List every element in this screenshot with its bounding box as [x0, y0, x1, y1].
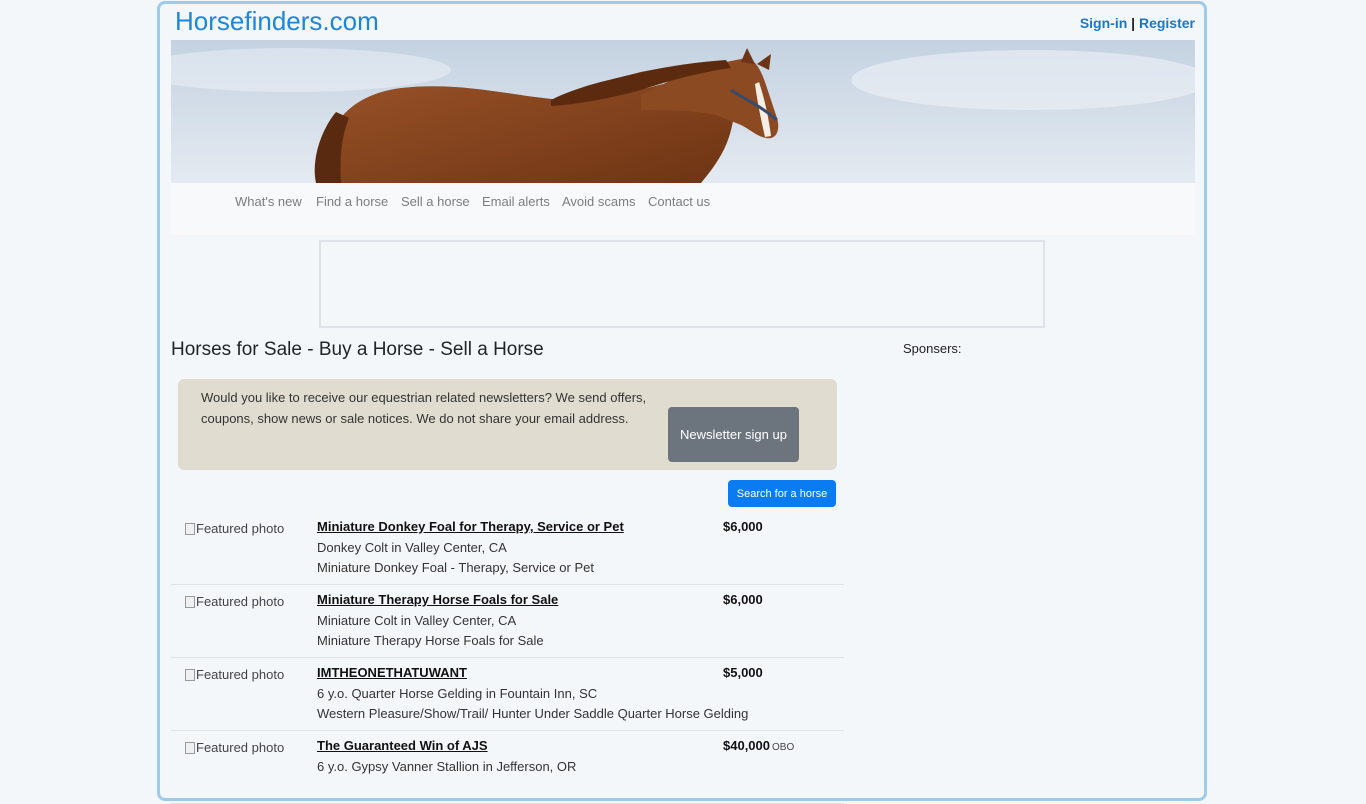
nav-contact-us[interactable]: Contact us: [648, 194, 710, 209]
listings-list: Featured photo Miniature Donkey Foal for…: [171, 512, 844, 804]
broken-image-icon: [185, 668, 195, 681]
listing-title[interactable]: Miniature Therapy Horse Foals for Sale: [317, 592, 558, 607]
nav-find-a-horse[interactable]: Find a horse: [316, 194, 388, 209]
listing-price: $40,000 OBO: [723, 738, 795, 753]
listing-title[interactable]: IMTHEONETHATUWANT: [317, 665, 467, 680]
featured-photo[interactable]: Featured photo: [185, 740, 284, 755]
listing-price: $6,000: [723, 592, 763, 607]
nav-whats-new[interactable]: What's new: [235, 194, 302, 209]
newsletter-text: Would you like to receive our equestrian…: [201, 390, 647, 426]
listing-item[interactable]: Featured photo Miniature Donkey Foal for…: [171, 512, 844, 585]
ad-placeholder: [319, 240, 1045, 328]
listing-breed-location: Miniature Colt in Valley Center, CA: [317, 613, 517, 628]
listing-description: Miniature Donkey Foal - Therapy, Service…: [317, 560, 594, 575]
nav-avoid-scams[interactable]: Avoid scams: [562, 194, 635, 209]
newsletter-signup-button[interactable]: Newsletter sign up: [668, 407, 799, 462]
featured-photo[interactable]: Featured photo: [185, 667, 284, 682]
listing-description: Western Pleasure/Show/Trail/ Hunter Unde…: [317, 706, 749, 721]
listing-price: $5,000: [723, 665, 763, 680]
signin-link[interactable]: Sign-in: [1080, 15, 1127, 31]
nav-email-alerts[interactable]: Email alerts: [482, 194, 550, 209]
listing-title[interactable]: Miniature Donkey Foal for Therapy, Servi…: [317, 519, 624, 534]
nav-sell-a-horse[interactable]: Sell a horse: [401, 194, 470, 209]
broken-image-icon: [185, 741, 195, 754]
listing-breed-location: 6 y.o. Quarter Horse Gelding in Fountain…: [317, 686, 598, 701]
site-logo[interactable]: Horsefinders.com: [175, 6, 379, 37]
main-navbar: What's new Find a horse Sell a horse Ema…: [171, 183, 1195, 235]
auth-links: Sign-in | Register: [1080, 15, 1195, 31]
listing-breed-location: Donkey Colt in Valley Center, CA: [317, 540, 507, 555]
register-link[interactable]: Register: [1139, 15, 1195, 31]
broken-image-icon: [185, 595, 195, 608]
listing-title[interactable]: The Guaranteed Win of AJS: [317, 738, 488, 753]
broken-image-icon: [185, 522, 195, 535]
page-title: Horses for Sale - Buy a Horse - Sell a H…: [171, 339, 544, 360]
sponsors-label: Sponsers:: [903, 341, 962, 356]
featured-photo[interactable]: Featured photo: [185, 521, 284, 536]
listing-price: $6,000: [723, 519, 763, 534]
listing-breed-location: 6 y.o. Gypsy Vanner Stallion in Jefferso…: [317, 759, 577, 774]
listing-description: Miniature Therapy Horse Foals for Sale: [317, 633, 544, 648]
listing-item[interactable]: Featured photo IMTHEONETHATUWANT 6 y.o. …: [171, 658, 844, 731]
newsletter-box: Would you like to receive our equestrian…: [178, 379, 837, 470]
header-banner-image: [171, 40, 1195, 183]
featured-photo[interactable]: Featured photo: [185, 594, 284, 609]
auth-separator: |: [1131, 15, 1136, 31]
horse-illustration: [171, 40, 1195, 183]
listing-item[interactable]: Featured photo Miniature Therapy Horse F…: [171, 585, 844, 658]
search-horse-button[interactable]: Search for a horse: [728, 480, 836, 507]
